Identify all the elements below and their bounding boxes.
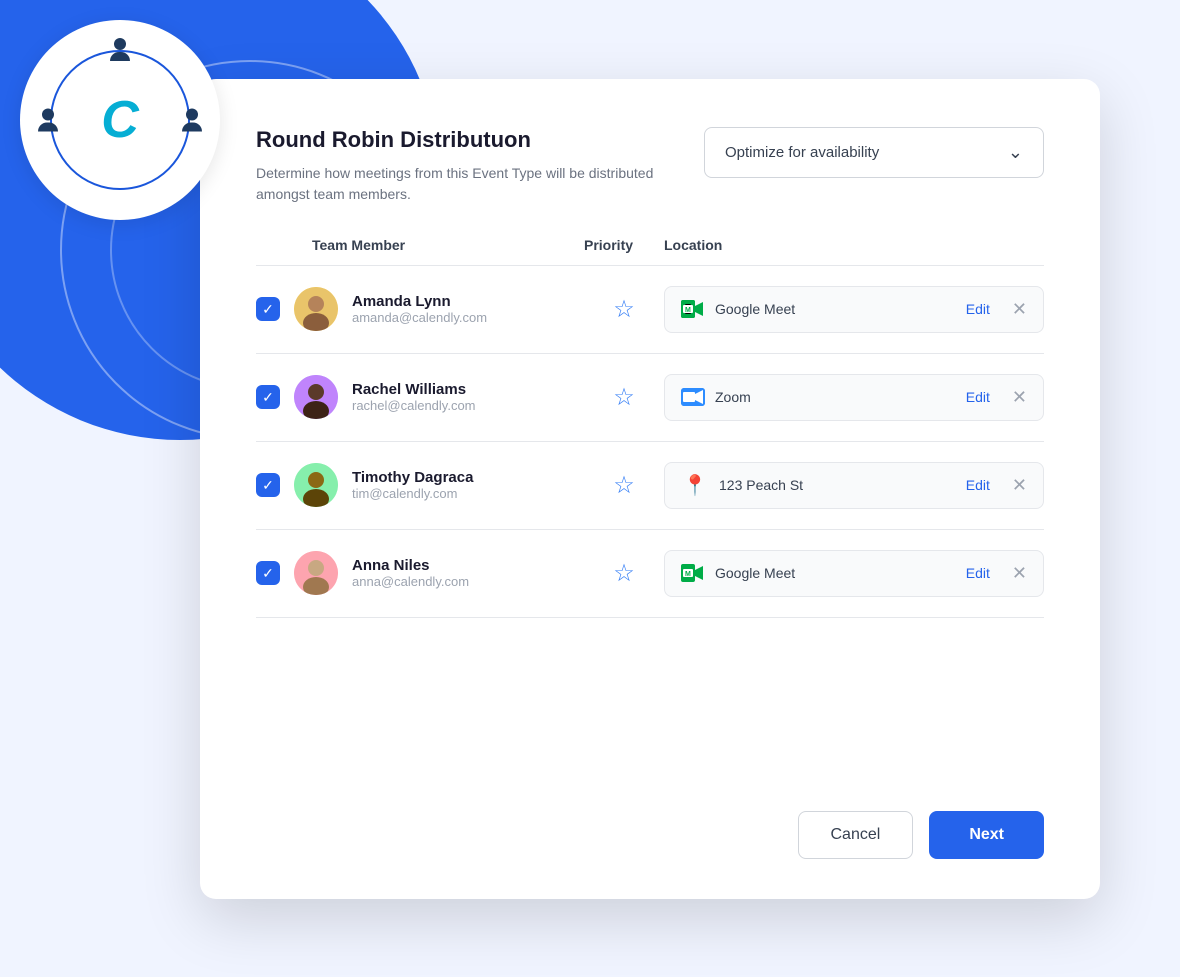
avatar-amanda	[294, 287, 338, 331]
member-info-amanda: Amanda Lynn amanda@calendly.com	[352, 293, 487, 325]
distribution-dropdown[interactable]: Optimize for availability ⌄	[704, 127, 1044, 178]
logo-container: C	[20, 20, 220, 220]
star-icon-anna[interactable]: ☆	[613, 559, 635, 588]
logo-letter: C	[101, 90, 139, 150]
priority-cell-rachel: ☆	[584, 383, 664, 412]
svg-text:M: M	[685, 571, 691, 578]
edit-link-timothy[interactable]: Edit	[966, 477, 990, 493]
col-team-member: Team Member	[312, 237, 584, 253]
avatar-anna	[294, 551, 338, 595]
priority-cell-anna: ☆	[584, 559, 664, 588]
cancel-button[interactable]: Cancel	[798, 811, 914, 859]
table-row: ✓ Timothy Dagraca tim@calendly.com ☆ 📍	[256, 442, 1044, 530]
check-icon: ✓	[262, 565, 274, 582]
avatar-rachel	[294, 375, 338, 419]
checkbox-anna[interactable]: ✓	[256, 561, 280, 585]
zoom-icon	[681, 388, 705, 406]
member-info-rachel: Rachel Williams rachel@calendly.com	[352, 381, 476, 413]
check-icon: ✓	[262, 389, 274, 406]
member-name: Amanda Lynn	[352, 293, 487, 310]
edit-link-rachel[interactable]: Edit	[966, 389, 990, 405]
member-info-anna: Anna Niles anna@calendly.com	[352, 557, 469, 589]
col-priority: Priority	[584, 237, 664, 253]
member-cell-amanda: ✓ Amanda Lynn amanda@calendly.com	[256, 287, 584, 331]
member-email: rachel@calendly.com	[352, 398, 476, 413]
member-info-timothy: Timothy Dagraca tim@calendly.com	[352, 469, 473, 501]
address-icon: 📍	[681, 475, 709, 495]
checkbox-rachel[interactable]: ✓	[256, 385, 280, 409]
check-icon: ✓	[262, 301, 274, 318]
next-button[interactable]: Next	[929, 811, 1044, 859]
location-name-rachel: Zoom	[715, 389, 956, 405]
location-badge-rachel: Zoom Edit ✕	[664, 374, 1044, 421]
logo-circle: C	[50, 50, 190, 190]
close-icon-timothy[interactable]: ✕	[1012, 475, 1027, 496]
location-badge-timothy: 📍 123 Peach St Edit ✕	[664, 462, 1044, 509]
modal-dialog: Round Robin Distributuon Determine how m…	[200, 79, 1100, 899]
star-icon-timothy[interactable]: ☆	[613, 471, 635, 500]
svg-text:M: M	[685, 307, 691, 314]
table-row: ✓ Rachel Williams rachel@calendly.com ☆	[256, 354, 1044, 442]
star-icon-rachel[interactable]: ☆	[613, 383, 635, 412]
modal-title: Round Robin Distributuon	[256, 127, 676, 153]
location-name-amanda: Google Meet	[715, 301, 956, 317]
member-name: Anna Niles	[352, 557, 469, 574]
col-location: Location	[664, 237, 1044, 253]
avatar-timothy	[294, 463, 338, 507]
close-icon-anna[interactable]: ✕	[1012, 563, 1027, 584]
table-row: ✓ Amanda Lynn amanda@calendly.com ☆	[256, 266, 1044, 354]
dropdown-label: Optimize for availability	[725, 144, 879, 161]
location-cell-anna: M Google Meet Edit ✕	[664, 550, 1044, 597]
modal-description: Determine how meetings from this Event T…	[256, 163, 676, 205]
title-block: Round Robin Distributuon Determine how m…	[256, 127, 676, 205]
member-cell-anna: ✓ Anna Niles anna@calendly.com	[256, 551, 584, 595]
location-name-timothy: 123 Peach St	[719, 477, 956, 493]
logo-inner: C	[40, 40, 200, 200]
location-cell-amanda: M Google Meet Edit ✕	[664, 286, 1044, 333]
table-row: ✓ Anna Niles anna@calendly.com ☆	[256, 530, 1044, 618]
close-icon-amanda[interactable]: ✕	[1012, 299, 1027, 320]
priority-cell-timothy: ☆	[584, 471, 664, 500]
modal-footer: Cancel Next	[256, 811, 1044, 859]
member-name: Timothy Dagraca	[352, 469, 473, 486]
location-cell-rachel: Zoom Edit ✕	[664, 374, 1044, 421]
priority-cell-amanda: ☆	[584, 295, 664, 324]
member-cell-timothy: ✓ Timothy Dagraca tim@calendly.com	[256, 463, 584, 507]
member-cell-rachel: ✓ Rachel Williams rachel@calendly.com	[256, 375, 584, 419]
location-badge-anna: M Google Meet Edit ✕	[664, 550, 1044, 597]
google-meet-icon-anna: M	[681, 564, 705, 582]
member-email: tim@calendly.com	[352, 486, 473, 501]
edit-link-amanda[interactable]: Edit	[966, 301, 990, 317]
location-name-anna: Google Meet	[715, 565, 956, 581]
modal-header: Round Robin Distributuon Determine how m…	[256, 127, 1044, 205]
member-name: Rachel Williams	[352, 381, 476, 398]
edit-link-anna[interactable]: Edit	[966, 565, 990, 581]
location-badge-amanda: M Google Meet Edit ✕	[664, 286, 1044, 333]
chevron-down-icon: ⌄	[1008, 142, 1023, 163]
star-icon-amanda[interactable]: ☆	[613, 295, 635, 324]
checkbox-amanda[interactable]: ✓	[256, 297, 280, 321]
member-email: amanda@calendly.com	[352, 310, 487, 325]
close-icon-rachel[interactable]: ✕	[1012, 387, 1027, 408]
check-icon: ✓	[262, 477, 274, 494]
member-email: anna@calendly.com	[352, 574, 469, 589]
google-meet-icon: M	[681, 300, 705, 318]
team-table: Team Member Priority Location ✓ Amanda L…	[256, 237, 1044, 775]
checkbox-timothy[interactable]: ✓	[256, 473, 280, 497]
table-header: Team Member Priority Location	[256, 237, 1044, 266]
location-cell-timothy: 📍 123 Peach St Edit ✕	[664, 462, 1044, 509]
